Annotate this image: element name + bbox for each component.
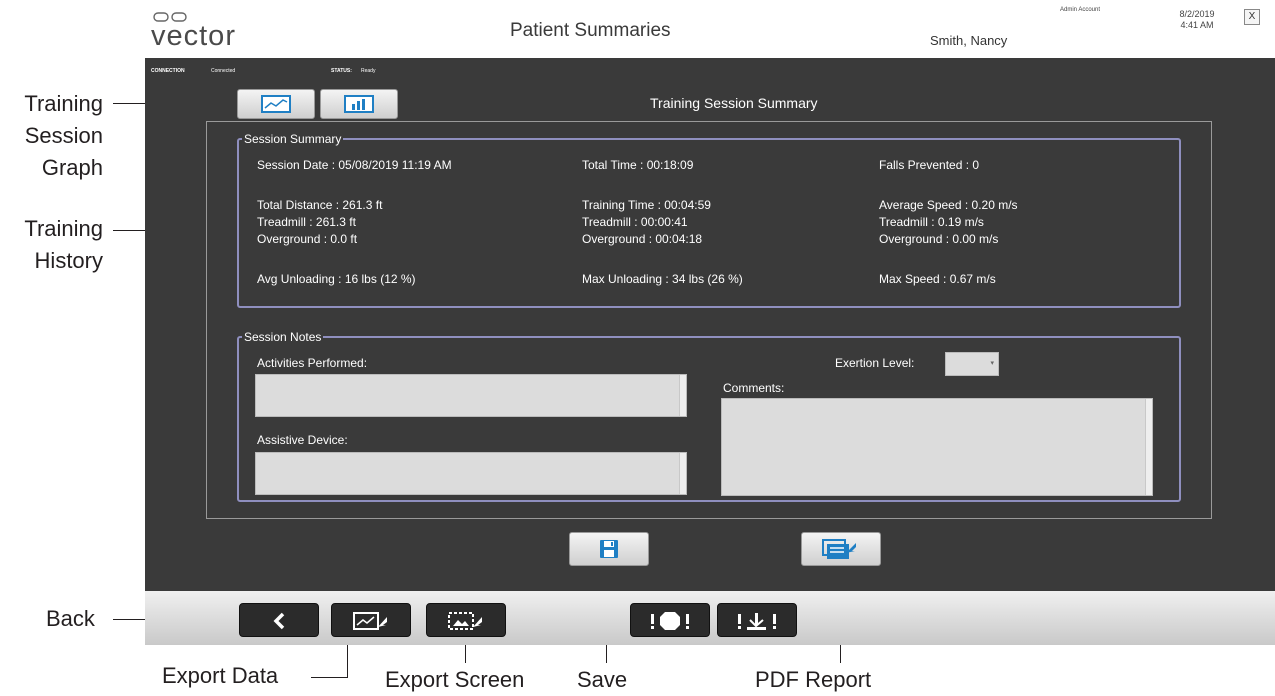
bar-chart-icon [344,95,374,113]
training-time: Training Time : 00:04:59 [582,198,711,212]
callout-export-screen: Export Screen [385,667,525,692]
chevron-left-icon [273,612,285,629]
overground-speed: Overground : 0.00 m/s [879,232,999,246]
status-label: STATUS: [331,68,352,74]
callout-pdf-report: PDF Report [755,667,872,692]
connection-label: CONNECTION [151,68,185,74]
emergency-stop-icon [651,611,689,630]
export-data-icon [353,611,387,630]
exertion-level-label: Exertion Level: [835,356,915,370]
status-value: Ready [361,68,376,74]
session-date: Session Date : 05/08/2019 11:19 AM [257,158,452,172]
training-history-button[interactable] [320,89,398,119]
title-bar: vector Patient Summaries Smith, Nancy Ad… [145,0,1275,58]
main-panel: CONNECTION Connected STATUS: Ready Train… [145,58,1275,591]
time-value: 4:41 AM [1180,20,1214,30]
leader-export-data [311,677,347,678]
activities-performed-label: Activities Performed: [257,356,368,370]
callout-save: Save [577,667,628,692]
comments-label: Comments: [723,381,785,395]
connection-value: Connected [211,68,236,74]
line-graph-icon [261,95,291,113]
exertion-level-select[interactable]: ▾ [945,352,999,376]
assistive-scrollbar[interactable] [679,453,686,494]
page-title: Patient Summaries [510,20,671,41]
chevron-down-icon: ▾ [990,360,994,367]
pdf-report-icon [822,539,856,559]
average-speed: Average Speed : 0.20 m/s [879,198,1018,212]
assistive-device-input[interactable] [255,452,687,495]
close-button[interactable]: X [1244,9,1260,25]
bottom-toolbar [145,591,1275,645]
session-notes-label: Session Notes [242,329,324,345]
summary-panel: Session Summary Session Date : 05/08/201… [206,121,1212,519]
floppy-disk-icon [600,540,618,558]
session-notes-group: Session Notes Activities Performed: Assi… [237,329,1181,502]
callout-training-history: Training History [24,216,103,273]
callout-back: Back [46,606,95,631]
comments-scrollbar[interactable] [1145,399,1152,495]
date-value: 8/2/2019 [1179,9,1215,19]
overground-distance: Overground : 0.0 ft [257,232,358,246]
save-button[interactable] [569,532,649,566]
comments-input[interactable] [721,398,1153,496]
vector-logo: vector [151,6,271,52]
session-summary-group: Session Summary Session Date : 05/08/201… [237,131,1181,308]
session-summary-label: Session Summary [242,131,344,147]
treadmill-distance: Treadmill : 261.3 ft [257,215,356,229]
max-speed: Max Speed : 0.67 m/s [879,272,996,286]
activities-performed-input[interactable] [255,374,687,417]
patient-name: Smith, Nancy [930,33,1008,48]
unload-button[interactable] [717,603,797,637]
pdf-report-button[interactable] [801,532,881,566]
logo-text: vector [151,20,236,52]
account-label: Admin Account [1060,7,1101,13]
total-time: Total Time : 00:18:09 [582,158,694,172]
activities-scrollbar[interactable] [679,375,686,416]
assistive-device-label: Assistive Device: [257,433,348,447]
max-unloading: Max Unloading : 34 lbs (26 %) [582,272,743,286]
callout-export-data: Export Data [162,663,279,688]
export-screen-icon [448,611,482,630]
emergency-stop-button[interactable] [630,603,710,637]
overground-time: Overground : 00:04:18 [582,232,703,246]
unload-icon [738,612,776,630]
avg-unloading: Avg Unloading : 16 lbs (12 %) [257,272,416,286]
export-screen-button[interactable] [426,603,506,637]
treadmill-time: Treadmill : 00:00:41 [582,215,688,229]
falls-prevented: Falls Prevented : 0 [879,158,980,172]
back-button[interactable] [239,603,319,637]
export-data-button[interactable] [331,603,411,637]
callout-training-session-graph-text: Training Session Graph [24,91,103,180]
section-title: Training Session Summary [650,95,818,111]
app-window: vector Patient Summaries Smith, Nancy Ad… [145,0,1275,645]
date-time: 8/2/2019 4:41 AM [1172,9,1222,31]
training-session-graph-button[interactable] [237,89,315,119]
total-distance: Total Distance : 261.3 ft [257,198,383,212]
treadmill-speed: Treadmill : 0.19 m/s [879,215,984,229]
